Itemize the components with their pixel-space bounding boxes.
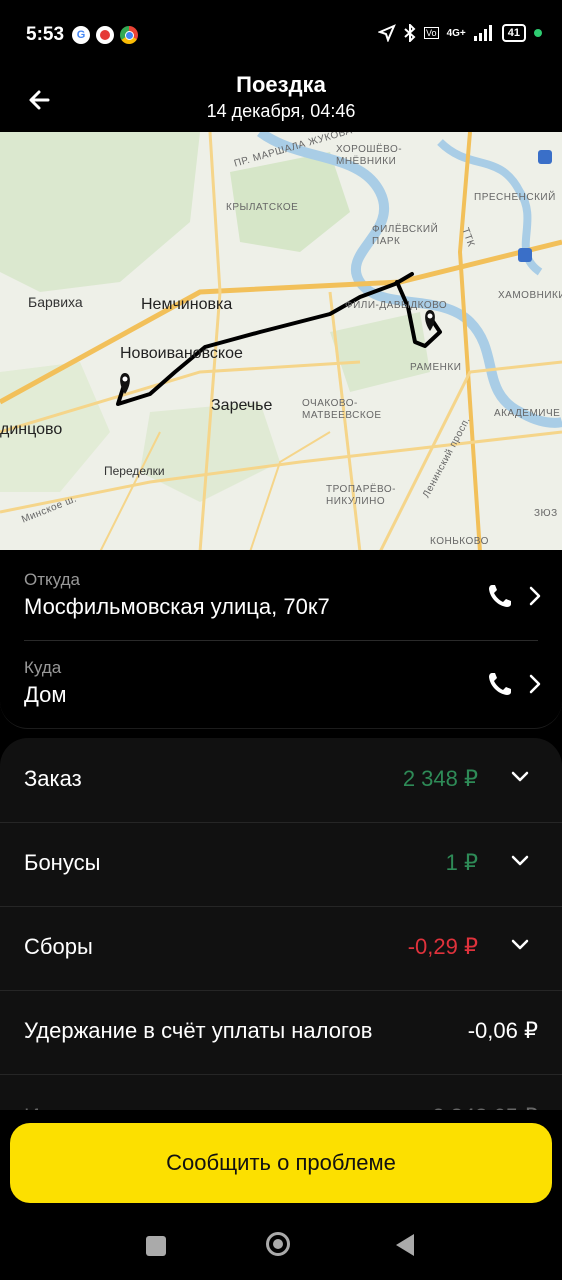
map-label: ХОРОШЁВО-МНЁВНИКИ [336, 144, 403, 167]
map-label: КОНЬКОВО [430, 536, 489, 547]
chevron-right-icon [529, 674, 541, 694]
route-from-row[interactable]: Откуда Мосфильмовская улица, 70к7 [0, 550, 562, 638]
map-label: ФИЛЁВСКИЙ ПАРК [372, 224, 439, 247]
system-nav-bar [0, 1220, 562, 1270]
volte-icon: Vo [424, 27, 439, 39]
map-label: динцово [0, 421, 63, 438]
map-label: ТРОПАРЁВО-НИКУЛИНО [326, 484, 396, 507]
battery-indicator: 41 [501, 24, 526, 42]
route-map[interactable]: ПР. МАРШАЛА ЖУКОВА ХОРОШЁВО-МНЁВНИКИ ПРЕ… [0, 132, 562, 552]
payment-breakdown: Заказ 2 348 ₽ Бонусы 1 ₽ Сборы -0,29 ₽ У… [0, 738, 562, 1118]
bonus-row[interactable]: Бонусы 1 ₽ [0, 822, 562, 907]
recents-icon[interactable] [146, 1236, 166, 1256]
map-label: Барвиха [28, 294, 83, 310]
report-problem-button[interactable]: Сообщить о проблеме [10, 1123, 552, 1203]
map-label: Заречье [211, 397, 273, 414]
page-title: Поездка [236, 72, 326, 97]
tax-label: Удержание в счёт уплаты налогов [24, 1018, 373, 1043]
chevron-down-icon [511, 939, 529, 950]
signal-icon [473, 25, 492, 41]
pinned-app-icon [96, 26, 114, 44]
google-icon: G [72, 26, 90, 44]
route-to-row[interactable]: Куда Дом [0, 638, 562, 726]
trip-datetime: 14 декабря, 04:46 [206, 101, 356, 121]
status-indicators: Vo 4G+ 41 [378, 24, 542, 42]
bonus-label: Бонусы [24, 850, 101, 875]
status-bar: 5:53 G Vo 4G+ 41 [0, 0, 562, 70]
chevron-down-icon [511, 855, 529, 866]
privacy-dot [534, 29, 542, 37]
from-label: Откуда [24, 570, 80, 589]
map-label: АКАДЕМИЧЕ [494, 408, 561, 419]
map-label: Немчиновка [141, 296, 233, 313]
order-label: Заказ [24, 766, 82, 791]
map-label: Переделки [104, 464, 165, 478]
tax-amount: -0,06 ₽ [467, 1018, 538, 1043]
status-time: 5:53 [26, 24, 65, 45]
chevron-right-icon [529, 586, 541, 606]
map-label: КРЫЛАТСКОЕ [226, 202, 299, 213]
chevron-down-icon [511, 771, 529, 782]
map-label: ПРЕСНЕНСКИЙ [474, 192, 556, 203]
to-address: Дом [24, 682, 67, 707]
tax-row: Удержание в счёт уплаты налогов -0,06 ₽ [0, 990, 562, 1075]
header: Поездка 14 декабря, 04:46 [0, 70, 562, 132]
bonus-amount: 1 ₽ [445, 850, 478, 875]
map-label: ХАМОВНИКИ [498, 290, 562, 301]
map-label: Новоивановское [120, 345, 243, 362]
map-label: РАМЕНКИ [410, 362, 462, 373]
home-icon[interactable] [266, 1232, 290, 1256]
order-amount: 2 348 ₽ [402, 766, 478, 791]
chrome-icon [120, 26, 138, 44]
bluetooth-icon [404, 24, 416, 42]
back-icon[interactable] [396, 1234, 414, 1256]
from-address: Мосфильмовская улица, 70к7 [24, 594, 330, 619]
order-row[interactable]: Заказ 2 348 ₽ [0, 738, 562, 823]
status-app-icons: G [72, 26, 138, 44]
location-icon [378, 24, 396, 42]
route-addresses-card: Откуда Мосфильмовская улица, 70к7 Куда Д… [0, 550, 562, 729]
fees-amount: -0,29 ₽ [407, 934, 478, 959]
map-label: ЗЮЗ [534, 508, 558, 519]
map-label: ОЧАКОВО-МАТВЕЕВСКОЕ [302, 398, 382, 421]
map-label: ФИЛИ-ДАВЫДКОВО [345, 300, 448, 311]
to-label: Куда [24, 658, 62, 677]
bottom-area: Сообщить о проблеме [0, 1110, 562, 1280]
phone-icon[interactable] [486, 670, 514, 698]
fees-label: Сборы [24, 934, 93, 959]
phone-icon[interactable] [486, 582, 514, 610]
fees-row[interactable]: Сборы -0,29 ₽ [0, 906, 562, 991]
network-type: 4G+ [446, 27, 466, 39]
